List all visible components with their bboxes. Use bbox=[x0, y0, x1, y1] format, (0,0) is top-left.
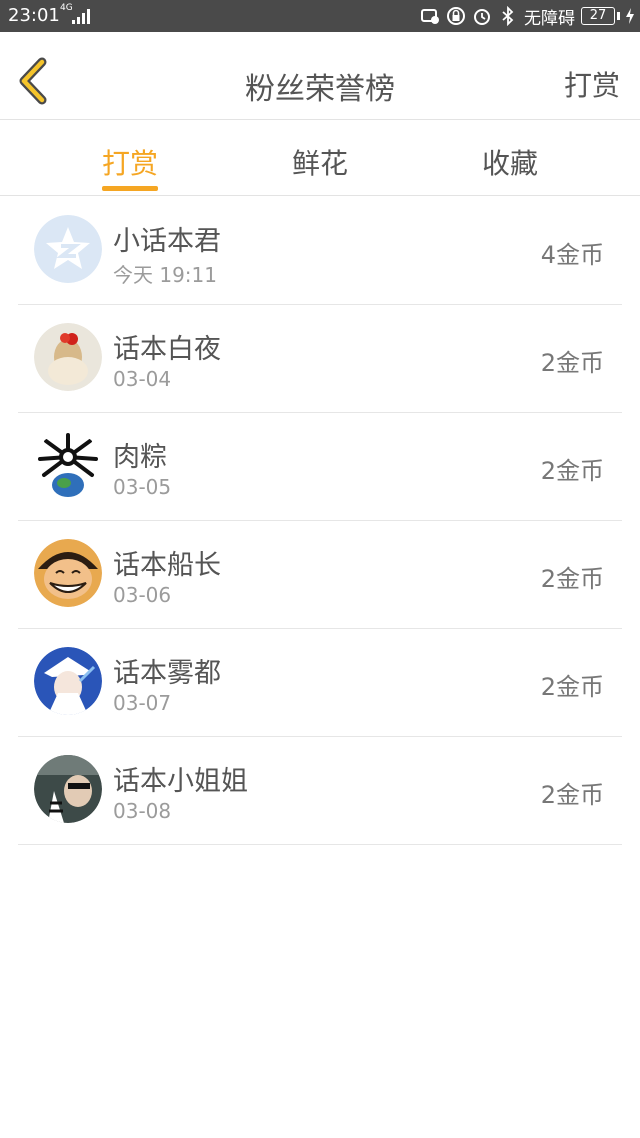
tab-active-indicator bbox=[102, 186, 158, 191]
tip-date: 03-06 bbox=[113, 583, 172, 607]
tip-amount: 2金币 bbox=[540, 349, 604, 377]
avatar[interactable] bbox=[34, 647, 102, 715]
avatar[interactable] bbox=[34, 755, 102, 823]
fan-name: 肉粽 bbox=[113, 442, 167, 473]
tab-flowers[interactable]: 鲜花 bbox=[260, 142, 380, 182]
avatar[interactable] bbox=[34, 215, 102, 283]
fan-name: 小话本君 bbox=[113, 226, 221, 257]
tab-favorites[interactable]: 收藏 bbox=[450, 142, 570, 182]
list-item[interactable]: 话本白夜 03-04 2金币 bbox=[18, 305, 622, 413]
tip-amount: 4金币 bbox=[540, 241, 604, 269]
lock-icon bbox=[447, 7, 465, 25]
list-item[interactable]: 话本小姐姐 03-08 2金币 bbox=[18, 737, 622, 845]
fan-name: 话本雾都 bbox=[113, 658, 221, 689]
list-item[interactable]: 话本船长 03-06 2金币 bbox=[18, 521, 622, 629]
charging-icon bbox=[626, 8, 634, 24]
status-time: 23:01 bbox=[8, 5, 60, 26]
tab-bar: 打赏 鲜花 收藏 bbox=[0, 120, 640, 196]
tip-date: 03-07 bbox=[113, 691, 172, 715]
list-item[interactable]: 小话本君 今天 19:11 4金币 bbox=[18, 197, 622, 305]
fan-name: 话本小姐姐 bbox=[113, 766, 248, 797]
status-bar: 23:01 4G 无障碍 27 bbox=[0, 0, 640, 32]
tip-date: 今天 19:11 bbox=[113, 263, 217, 287]
list-item[interactable]: 肉粽 03-05 2金币 bbox=[18, 413, 622, 521]
bluetooth-icon bbox=[502, 6, 514, 26]
tip-date: 03-08 bbox=[113, 799, 172, 823]
alarm-icon bbox=[474, 9, 490, 25]
tip-amount: 2金币 bbox=[540, 781, 604, 809]
tip-amount: 2金币 bbox=[540, 565, 604, 593]
tip-amount: 2金币 bbox=[540, 457, 604, 485]
avatar[interactable] bbox=[34, 431, 102, 499]
page-title: 粉丝荣誉榜 bbox=[245, 72, 395, 107]
notification-icon bbox=[421, 9, 439, 24]
tip-button[interactable]: 打赏 bbox=[564, 64, 620, 104]
fan-name: 话本船长 bbox=[113, 550, 221, 581]
tip-date: 03-05 bbox=[113, 475, 172, 499]
accessibility-label: 无障碍 bbox=[524, 8, 575, 29]
battery-icon: 27 bbox=[581, 7, 615, 25]
network-label: 4G bbox=[60, 3, 73, 13]
avatar[interactable] bbox=[34, 323, 102, 391]
tip-date: 03-04 bbox=[113, 367, 172, 391]
tip-amount: 2金币 bbox=[540, 673, 604, 701]
fan-list: 小话本君 今天 19:11 4金币 话本白夜 03-04 2金币 肉粽 03-0… bbox=[18, 197, 622, 845]
navigation-bar: 粉丝荣誉榜 打赏 bbox=[0, 32, 640, 120]
signal-icon bbox=[72, 9, 90, 24]
list-item[interactable]: 话本雾都 03-07 2金币 bbox=[18, 629, 622, 737]
tab-tip[interactable]: 打赏 bbox=[70, 142, 190, 182]
fan-name: 话本白夜 bbox=[113, 334, 221, 365]
battery-tip bbox=[617, 12, 620, 20]
avatar[interactable] bbox=[34, 539, 102, 607]
